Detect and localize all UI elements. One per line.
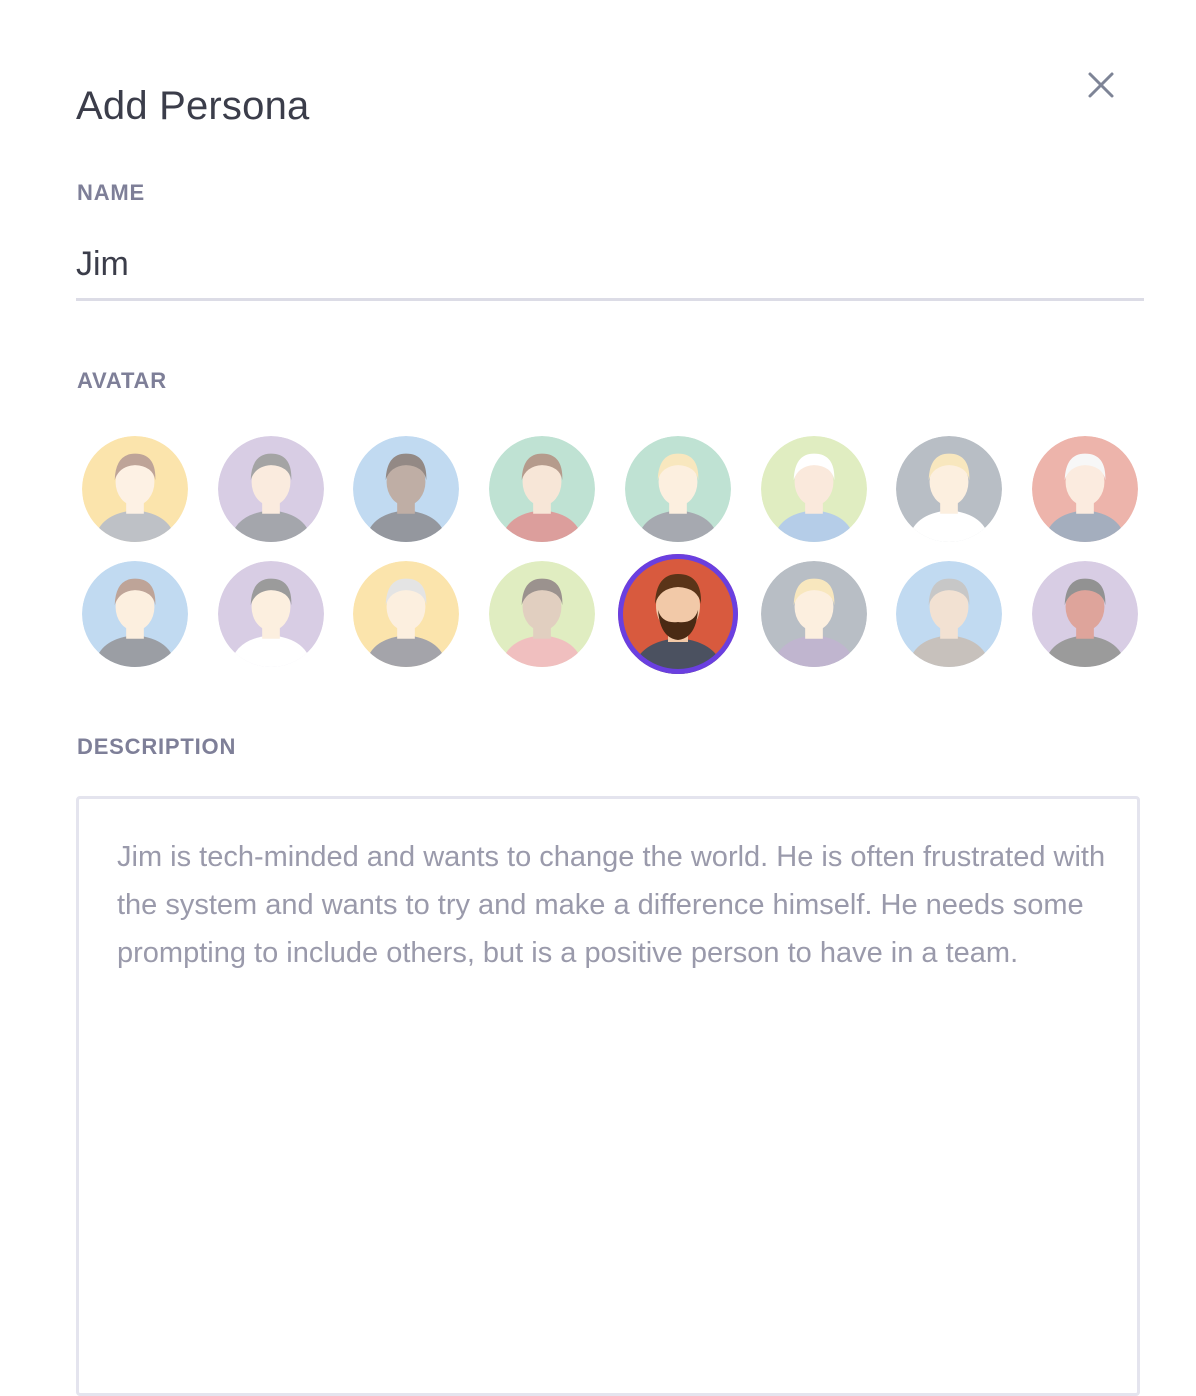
avatar-glasses-blond-man[interactable] (624, 436, 731, 542)
avatar-face-icon (1031, 436, 1138, 542)
avatar-bearded-plaid-man[interactable] (489, 436, 596, 542)
dialog-title: Add Persona (76, 84, 310, 128)
close-icon (1088, 72, 1114, 98)
avatar-face-icon (896, 561, 1003, 667)
avatar-face-icon (624, 436, 731, 542)
avatar-hat-mustache-man[interactable] (217, 561, 324, 667)
avatar-face-icon (760, 436, 867, 542)
name-input[interactable] (76, 230, 1144, 301)
avatar-hoodie-man[interactable] (82, 436, 188, 542)
avatar-long-hair-woman[interactable] (489, 561, 596, 667)
avatar-glasses-woman[interactable] (82, 561, 188, 667)
close-button[interactable] (1082, 66, 1120, 104)
avatar-headband-woman[interactable] (760, 561, 867, 667)
avatar-sunglasses-man[interactable] (217, 436, 324, 542)
avatar-old-man-mustache[interactable] (1031, 436, 1138, 542)
avatar-suit-man[interactable] (353, 436, 460, 542)
avatar-grandma[interactable] (353, 561, 460, 667)
avatar-face-icon (489, 561, 596, 667)
avatar-face-icon (82, 561, 188, 667)
avatar-hooded-old-man[interactable] (896, 561, 1003, 667)
avatar-face-icon (489, 436, 596, 542)
avatar-ny-cap-woman[interactable] (760, 436, 867, 542)
add-persona-dialog: Add Persona NAME AVATAR DESCRIPTION Jim … (0, 0, 1196, 1396)
avatar-label: AVATAR (77, 368, 167, 393)
description-textarea[interactable]: Jim is tech-minded and wants to change t… (76, 796, 1140, 1396)
avatar-horned-villain[interactable] (1031, 561, 1138, 667)
avatar-face-icon (896, 436, 1003, 542)
avatar-face-icon (353, 561, 460, 667)
avatar-face-icon (217, 436, 324, 542)
avatar-business-man[interactable] (896, 436, 1003, 542)
description-label: DESCRIPTION (77, 734, 237, 759)
name-label: NAME (77, 180, 145, 205)
avatar-face-icon (353, 436, 460, 542)
avatar-face-icon (217, 561, 324, 667)
avatar-face-icon (1031, 561, 1138, 667)
avatar-face-icon (617, 554, 738, 674)
avatar-face-icon (760, 561, 867, 667)
avatar-face-icon (82, 436, 188, 542)
description-text: Jim is tech-minded and wants to change t… (117, 841, 1106, 969)
avatar-bearded-man[interactable] (617, 554, 738, 674)
